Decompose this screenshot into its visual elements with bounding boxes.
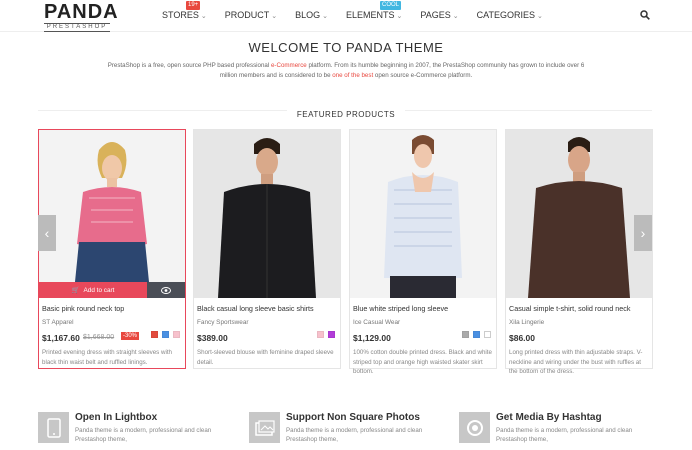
product-description: Printed evening dress with straight slee… xyxy=(42,349,173,366)
product-price: $1,129.00 xyxy=(353,333,391,343)
best-link[interactable]: one of the best xyxy=(332,72,373,79)
section-title: FEATURED PRODUCTS xyxy=(0,104,692,122)
product-card[interactable]: Black casual long sleeve basic shirts Fa… xyxy=(193,129,341,369)
nav-badge: Cool xyxy=(379,1,401,10)
product-image[interactable] xyxy=(506,130,652,298)
section-title-text: FEATURED PRODUCTS xyxy=(286,110,406,119)
chevron-left-icon: ‹ xyxy=(44,225,50,241)
product-brand[interactable]: Ice Casual Wear xyxy=(353,319,400,326)
product-photo xyxy=(194,130,340,298)
feature-title: Open In Lightbox xyxy=(75,412,158,423)
eye-icon xyxy=(161,286,171,294)
color-swatch[interactable] xyxy=(328,331,335,338)
feature-title: Get Media By Hashtag xyxy=(496,412,602,423)
product-description: Short-sleeved blouse with feminine drape… xyxy=(197,349,334,366)
feature-description: Panda theme is a modern, professional an… xyxy=(75,427,212,443)
intro-text: PrestaShop is a free, open source PHP ba… xyxy=(100,61,592,81)
nav-item-stores[interactable]: STORES ⌄ 19+ xyxy=(162,1,207,20)
phone-icon xyxy=(38,412,69,443)
color-swatches xyxy=(147,331,180,338)
intro-part: open source e-Commerce platform. xyxy=(373,72,473,79)
color-swatch[interactable] xyxy=(162,331,169,338)
photo-icon xyxy=(249,412,280,443)
ecommerce-link[interactable]: e-Commerce xyxy=(271,62,307,69)
product-card[interactable]: 🛒 Add to cart Basic pink round neck top … xyxy=(38,129,186,369)
product-description: 100% cotton double printed dress. Black … xyxy=(353,349,492,376)
product-name[interactable]: Basic pink round neck top xyxy=(42,304,124,313)
quick-view-button[interactable] xyxy=(147,282,185,298)
product-photo xyxy=(350,130,496,298)
search-icon[interactable] xyxy=(640,10,650,20)
product-name[interactable]: Blue white striped long sleeve xyxy=(353,304,448,313)
product-brand[interactable]: ST Apparel xyxy=(42,319,74,326)
intro-part: PrestaShop is a free, open source PHP ba… xyxy=(107,62,271,69)
chevron-down-icon: ⌄ xyxy=(452,13,459,20)
chevron-down-icon: ⌄ xyxy=(271,13,278,20)
logo-subtext: PRESTASHOP xyxy=(44,23,110,32)
product-name[interactable]: Casual simple t-shirt, solid round neck xyxy=(509,304,630,313)
feature-block: Get Media By Hashtag Panda theme is a mo… xyxy=(459,412,659,446)
product-brand[interactable]: Fancy Sportswear xyxy=(197,319,249,326)
nav-item-categories[interactable]: CATEGORIES ⌄ xyxy=(477,10,543,20)
discount-badge: -30% xyxy=(121,332,140,340)
product-actions: 🛒 Add to cart xyxy=(39,282,185,298)
color-swatch[interactable] xyxy=(462,331,469,338)
add-to-cart-button[interactable]: 🛒 Add to cart xyxy=(39,282,147,298)
chevron-down-icon: ⌄ xyxy=(200,13,207,20)
logo-text: PANDA xyxy=(44,1,119,23)
nav-label: PRODUCT xyxy=(224,10,270,20)
nav-label: PAGES xyxy=(420,10,451,20)
circle-icon xyxy=(459,412,490,443)
nav-label: CATEGORIES xyxy=(476,10,535,20)
feature-block: Support Non Square Photos Panda theme is… xyxy=(249,412,449,446)
product-brand[interactable]: Xila Lingerie xyxy=(509,319,544,326)
product-image[interactable] xyxy=(350,130,496,298)
color-swatch[interactable] xyxy=(473,331,480,338)
product-card[interactable]: Casual simple t-shirt, solid round neck … xyxy=(505,129,653,375)
feature-title: Support Non Square Photos xyxy=(286,412,420,423)
product-old-price: $1,668.00 xyxy=(83,334,115,341)
product-description: Long printed dress with thin adjustable … xyxy=(509,349,643,376)
chevron-down-icon: ⌄ xyxy=(536,13,543,20)
nav-item-pages[interactable]: PAGES ⌄ xyxy=(420,10,458,20)
site-header: PANDA PRESTASHOP STORES ⌄ 19+ PRODUCT ⌄ BL… xyxy=(0,0,692,32)
color-swatches xyxy=(458,331,491,338)
page-title: WELCOME TO PANDA THEME xyxy=(248,40,444,55)
feature-description: Panda theme is a modern, professional an… xyxy=(286,427,423,443)
product-card[interactable]: Blue white striped long sleeve Ice Casua… xyxy=(349,129,497,375)
color-swatch[interactable] xyxy=(317,331,324,338)
nav-item-blog[interactable]: BLOG ⌄ xyxy=(295,10,328,20)
main-nav: STORES ⌄ 19+ PRODUCT ⌄ BLOG ⌄ ELEMENTS ⌄ Coo… xyxy=(162,1,561,20)
product-image[interactable] xyxy=(194,130,340,298)
carousel-next-button[interactable]: › xyxy=(634,215,652,251)
product-photo xyxy=(506,130,652,298)
logo[interactable]: PANDA PRESTASHOP xyxy=(44,1,119,32)
color-swatch[interactable] xyxy=(173,331,180,338)
product-price: $389.00 xyxy=(197,333,228,343)
carousel-prev-button[interactable]: ‹ xyxy=(38,215,56,251)
product-name[interactable]: Black casual long sleeve basic shirts xyxy=(197,304,314,313)
nav-label: STORES xyxy=(162,10,199,20)
nav-label: BLOG xyxy=(295,10,321,20)
color-swatch[interactable] xyxy=(484,331,491,338)
nav-badge: 19+ xyxy=(186,1,201,10)
product-price: $86.00 xyxy=(509,333,535,343)
add-to-cart-label: Add to cart xyxy=(83,286,115,294)
feature-block: Open In Lightbox Panda theme is a modern… xyxy=(38,412,238,446)
product-price: $1,167.60 xyxy=(42,333,80,343)
chevron-right-icon: › xyxy=(640,225,646,241)
nav-label: ELEMENTS xyxy=(345,10,395,20)
feature-description: Panda theme is a modern, professional an… xyxy=(496,427,633,443)
cart-icon: 🛒 xyxy=(71,287,80,294)
nav-item-elements[interactable]: ELEMENTS ⌄ Cool xyxy=(345,1,403,20)
color-swatch[interactable] xyxy=(151,331,158,338)
chevron-down-icon: ⌄ xyxy=(396,13,403,20)
product-photo xyxy=(39,130,185,282)
nav-item-product[interactable]: PRODUCT ⌄ xyxy=(225,10,277,20)
color-swatches xyxy=(313,331,335,338)
chevron-down-icon: ⌄ xyxy=(322,13,328,20)
product-image[interactable] xyxy=(39,130,185,298)
